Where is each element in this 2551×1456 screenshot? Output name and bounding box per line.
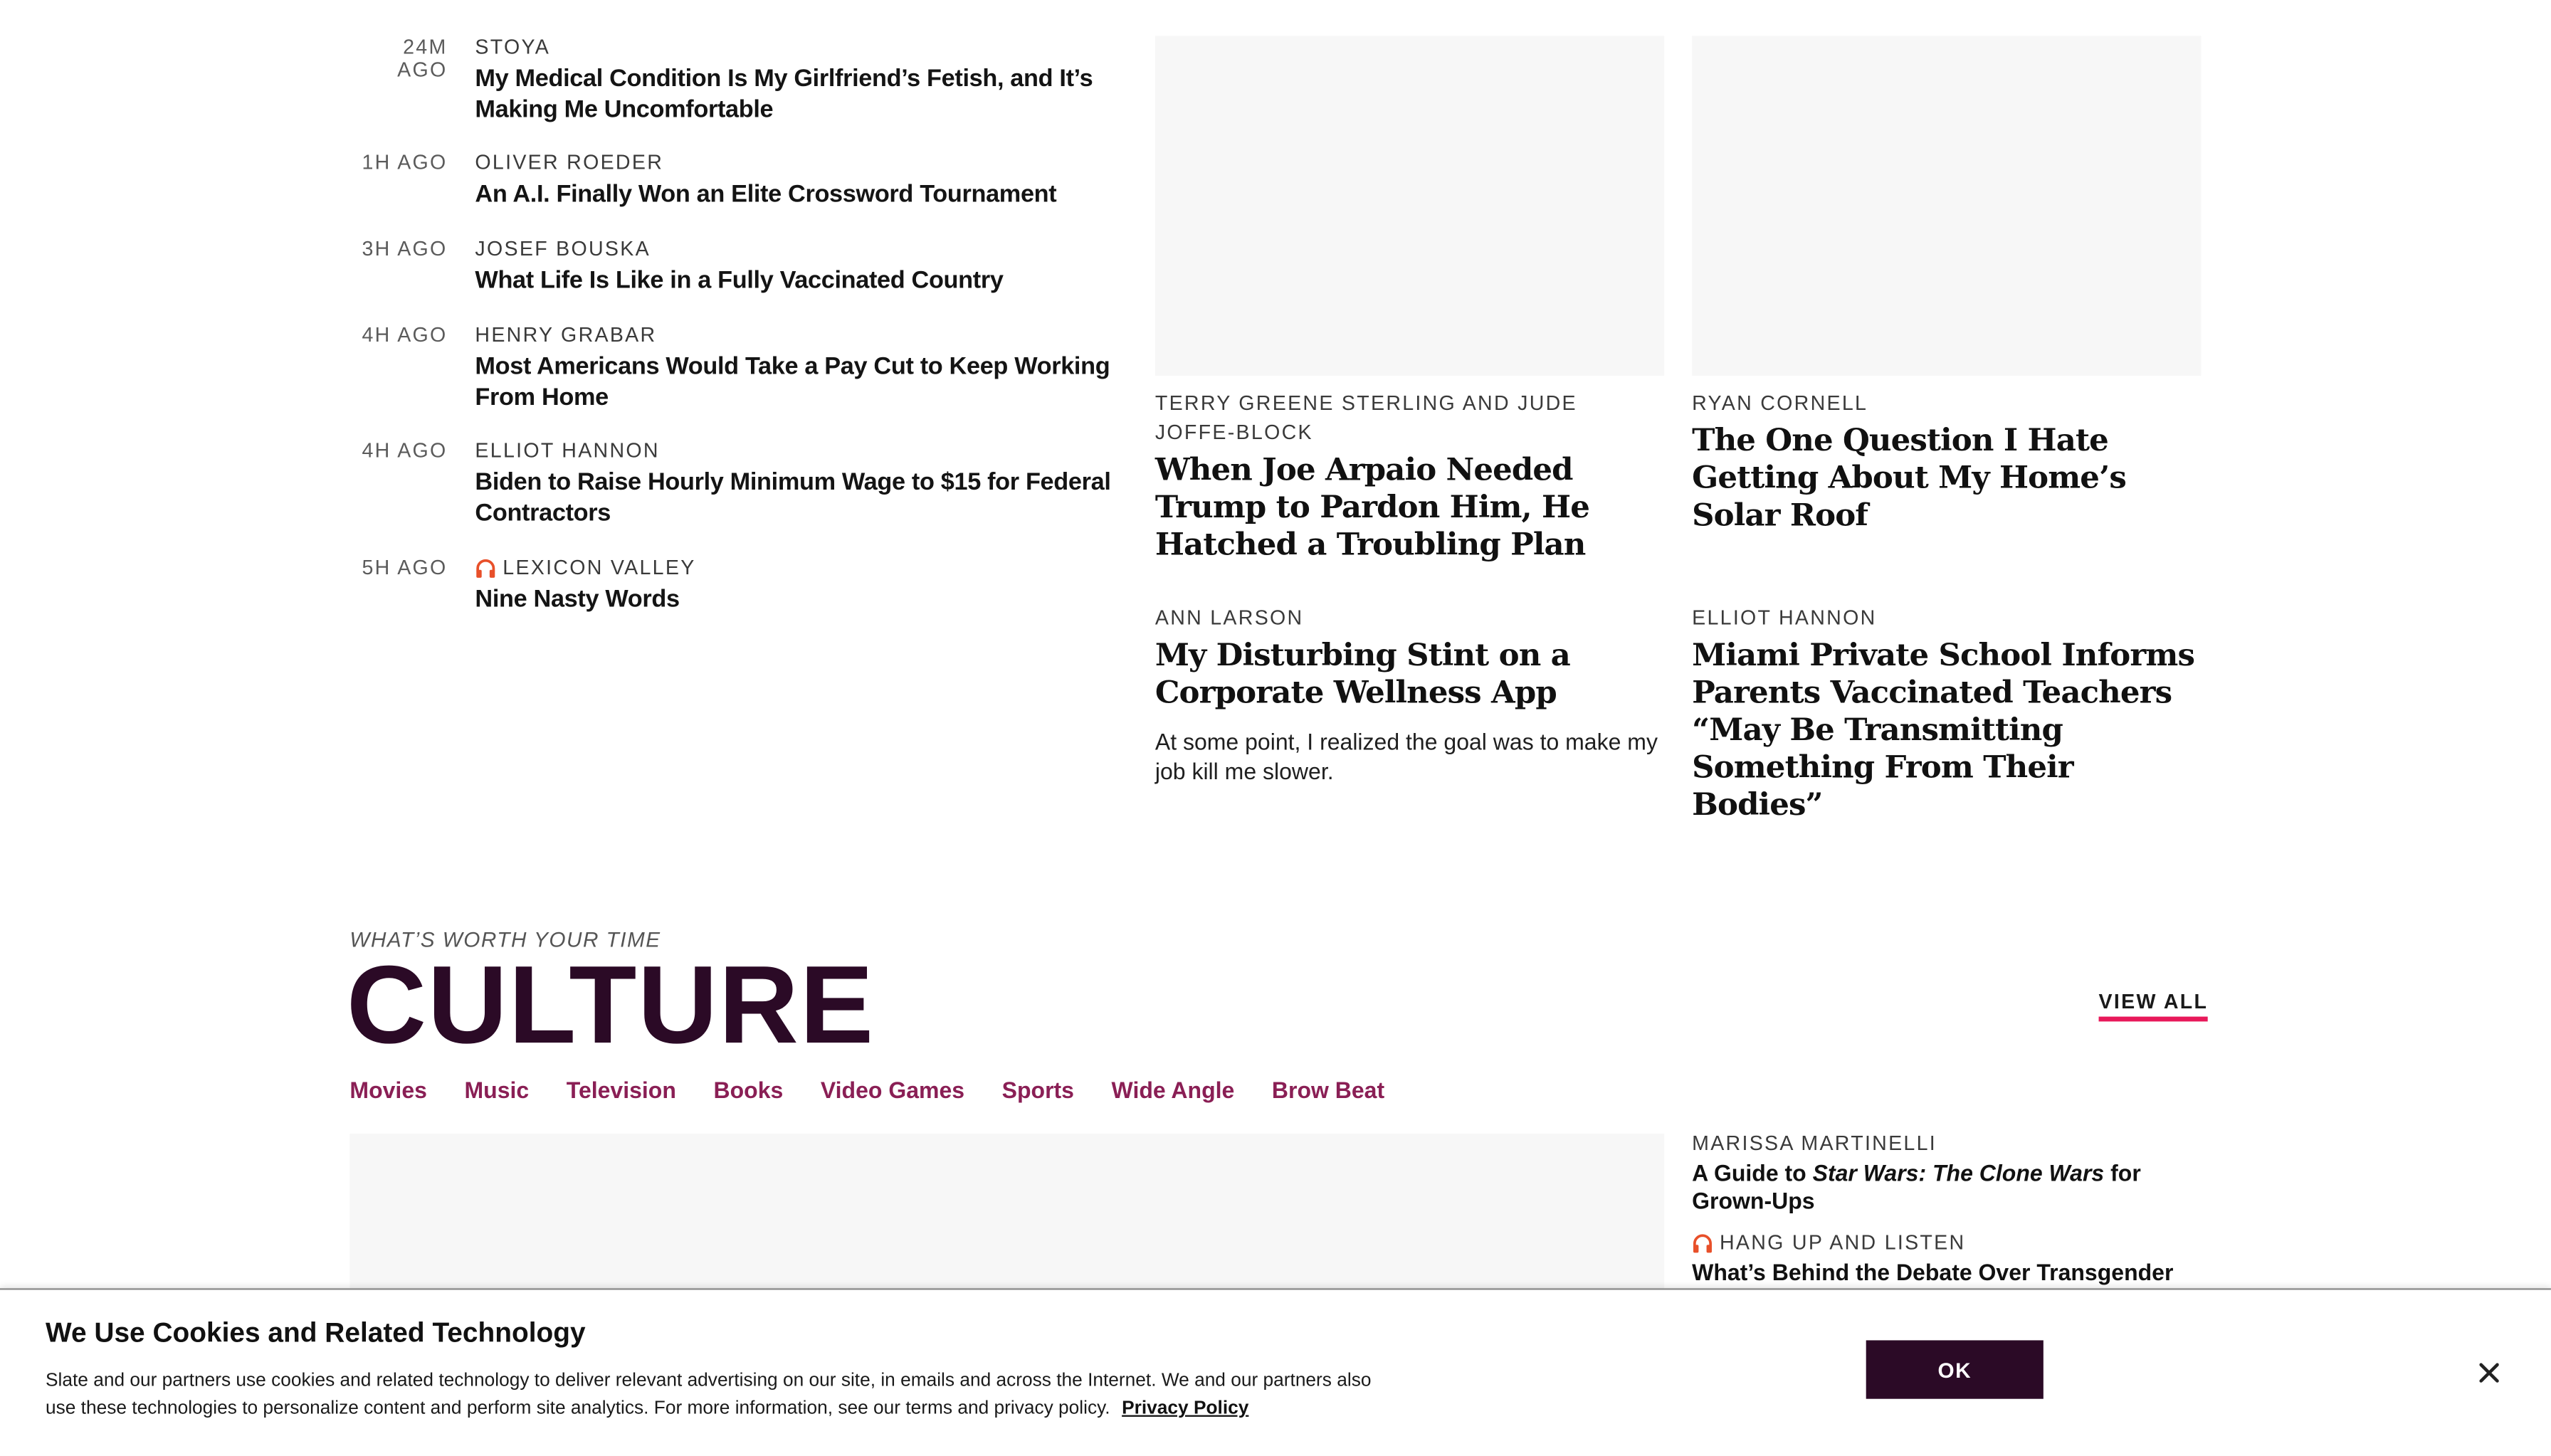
section-title[interactable]: CULTURE — [347, 940, 875, 1070]
cookie-banner: We Use Cookies and Related Technology Sl… — [0, 1288, 2551, 1456]
side-story[interactable]: MARISSA MARTINELLI A Guide to Star Wars:… — [1692, 1132, 2201, 1213]
podcast-name: HANG UP AND LISTEN — [1719, 1231, 1966, 1255]
timestamp: 4H AGO — [362, 439, 448, 463]
timestamp: 24M AGO — [397, 36, 448, 82]
view-all-link[interactable]: VIEW ALL — [2098, 991, 2209, 1022]
ok-button[interactable]: OK — [1866, 1340, 2044, 1399]
story-card[interactable]: ELLIOT HANNON Miami Private School Infor… — [1692, 603, 2201, 825]
headline-link[interactable]: The One Question I Hate Getting About My… — [1692, 423, 2201, 535]
timestamp: 5H AGO — [362, 556, 448, 579]
byline[interactable]: HANG UP AND LISTEN — [1692, 1231, 2201, 1255]
subnav-link-brow-beat[interactable]: Brow Beat — [1272, 1077, 1384, 1103]
byline[interactable]: HENRY GRABAR — [475, 324, 1117, 348]
page: 24M AGO STOYA My Medical Condition Is My… — [0, 0, 2551, 1456]
headline-link[interactable]: Biden to Raise Hourly Minimum Wage to $1… — [475, 467, 1117, 529]
story-image[interactable] — [1154, 36, 1665, 376]
headline-link[interactable]: An A.I. Finally Won an Elite Crossword T… — [475, 179, 1117, 209]
byline[interactable]: ELLIOT HANNON — [1692, 603, 2201, 633]
byline[interactable]: ELLIOT HANNON — [475, 439, 1117, 463]
headline-link[interactable]: When Joe Arpaio Needed Trump to Pardon H… — [1155, 452, 1664, 564]
headline-link[interactable]: Most Americans Would Take a Pay Cut to K… — [475, 352, 1117, 413]
headline-link[interactable]: Miami Private School Informs Parents Vac… — [1692, 638, 2201, 825]
subnav-link-wide-angle[interactable]: Wide Angle — [1112, 1077, 1235, 1103]
subnav-link-movies[interactable]: Movies — [349, 1077, 426, 1103]
privacy-policy-link[interactable]: Privacy Policy — [1122, 1399, 1248, 1418]
subnav-link-television[interactable]: Television — [567, 1077, 676, 1103]
byline[interactable]: RYAN CORNELL — [1692, 389, 2201, 418]
headline-link[interactable]: My Disturbing Stint on a Corporate Welln… — [1155, 638, 1664, 712]
headline-text: A Guide to — [1692, 1159, 1813, 1186]
subnav-link-sports[interactable]: Sports — [1002, 1077, 1074, 1103]
headline-link[interactable]: A Guide to Star Wars: The Clone Wars for… — [1692, 1160, 2201, 1213]
byline[interactable]: LEXICON VALLEY — [475, 556, 1117, 581]
headline-link[interactable]: Nine Nasty Words — [475, 584, 1117, 615]
headline-link[interactable]: What Life Is Like in a Fully Vaccinated … — [475, 265, 1117, 296]
byline[interactable]: STOYA — [475, 36, 1117, 60]
close-button[interactable] — [2473, 1356, 2505, 1389]
subnav-link-video-games[interactable]: Video Games — [821, 1077, 964, 1103]
timestamp: 3H AGO — [362, 237, 448, 260]
close-icon — [2479, 1363, 2499, 1383]
subnav-link-books[interactable]: Books — [713, 1077, 783, 1103]
cookie-text: Slate and our partners use cookies and r… — [46, 1368, 1396, 1423]
story-card[interactable]: ANN LARSON My Disturbing Stint on a Corp… — [1155, 603, 1664, 786]
headline-italic: Star Wars: The Clone Wars — [1812, 1159, 2105, 1186]
timestamp: 4H AGO — [362, 323, 448, 347]
story-image[interactable] — [1692, 36, 2202, 376]
story-card[interactable]: TERRY GREENE STERLING AND JUDE JOFFE-BLO… — [1155, 389, 1664, 564]
byline[interactable]: JOSEF BOUSKA — [475, 238, 1117, 262]
cookie-title: We Use Cookies and Related Technology — [45, 1317, 586, 1349]
byline[interactable]: TERRY GREENE STERLING AND JUDE JOFFE-BLO… — [1155, 389, 1664, 447]
headline-link[interactable]: My Medical Condition Is My Girlfriend’s … — [475, 63, 1117, 125]
culture-subnav: Movies Music Television Books Video Game… — [349, 1077, 1384, 1103]
byline[interactable]: ANN LARSON — [1155, 603, 1664, 633]
story-dek: At some point, I realized the goal was t… — [1154, 728, 1658, 784]
headphones-icon — [1693, 1234, 1712, 1253]
subnav-link-music[interactable]: Music — [464, 1077, 529, 1103]
timestamp: 1H AGO — [362, 151, 448, 174]
lead-story-image[interactable] — [349, 1134, 1665, 1313]
byline[interactable]: OLIVER ROEDER — [475, 152, 1117, 176]
story-card[interactable]: RYAN CORNELL The One Question I Hate Get… — [1692, 389, 2201, 535]
headphones-icon — [476, 559, 495, 578]
byline[interactable]: MARISSA MARTINELLI — [1692, 1132, 2201, 1156]
podcast-name: LEXICON VALLEY — [503, 556, 696, 579]
